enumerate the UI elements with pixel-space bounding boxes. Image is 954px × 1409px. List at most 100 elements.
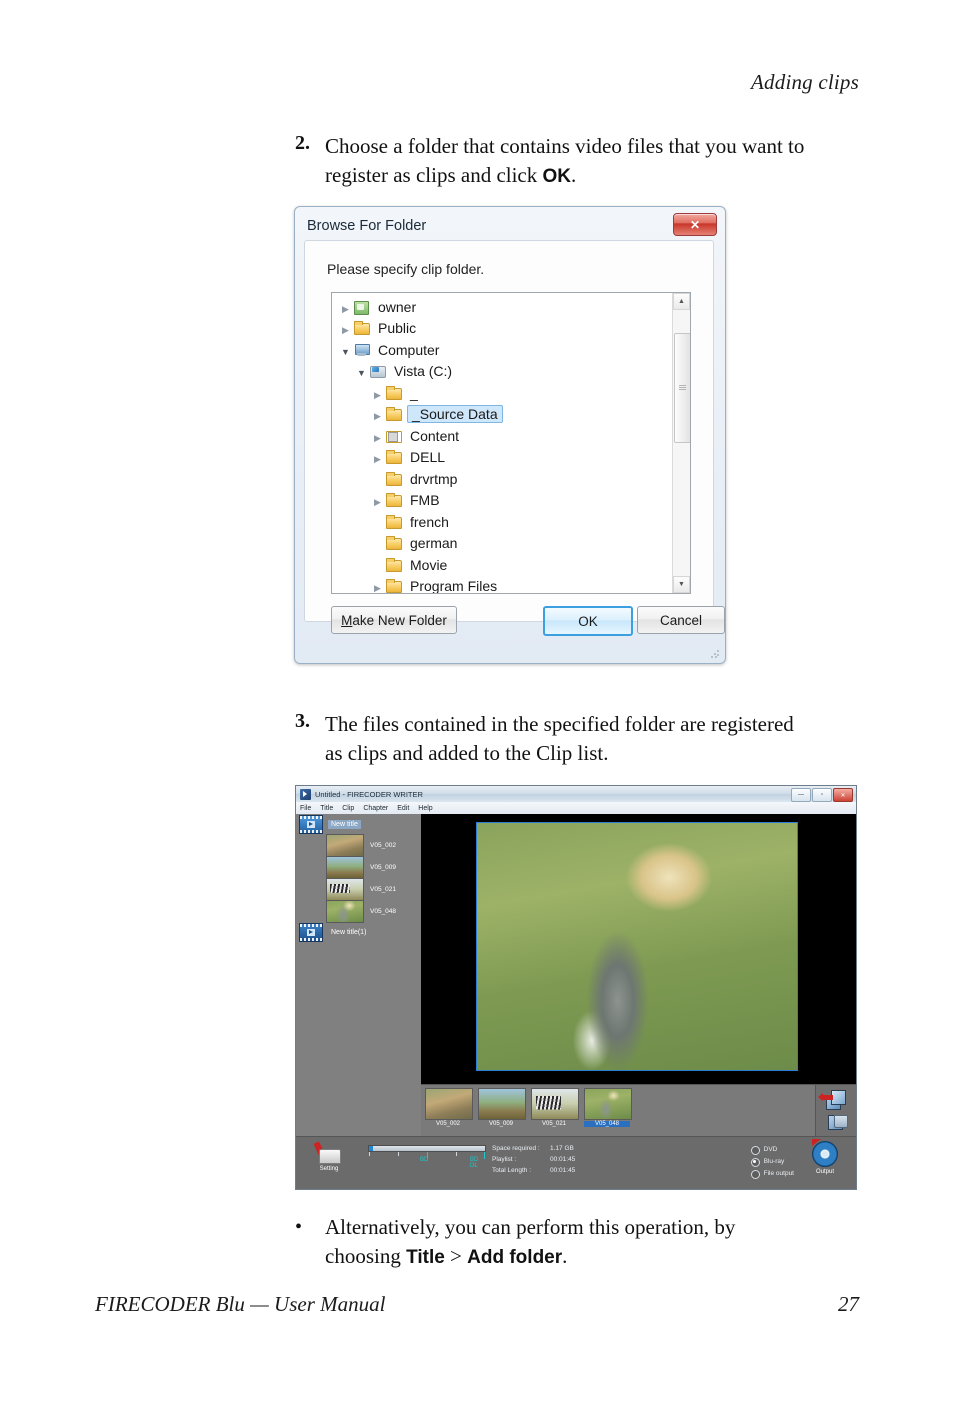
- bullet-bold-title: Title: [406, 1247, 445, 1268]
- clip-list-item[interactable]: V05_048: [584, 1088, 632, 1127]
- scrollbar-grip-icon: [679, 385, 686, 391]
- menu-item-edit[interactable]: Edit: [397, 805, 409, 812]
- output-stat-key: Space required :: [492, 1145, 540, 1152]
- folder-tree-row[interactable]: ▶ FMB: [332, 490, 673, 512]
- folder-tree-row[interactable]: ▶ Content: [332, 425, 673, 447]
- title-tree-clip-row[interactable]: V05_009: [296, 855, 421, 879]
- folder-tree-label: Computer: [378, 341, 440, 358]
- step-2-text-after: .: [571, 163, 577, 187]
- cancel-button[interactable]: Cancel: [637, 606, 725, 634]
- scroll-up-icon[interactable]: ▲: [673, 293, 690, 310]
- delete-clip-icon[interactable]: [825, 1111, 848, 1131]
- title-item-new-title-1[interactable]: New title(1): [296, 922, 421, 942]
- ok-button[interactable]: OK: [543, 606, 633, 636]
- menu-item-file[interactable]: File: [300, 805, 311, 812]
- manual-page: Adding clips 2. Choose a folder that con…: [0, 0, 954, 1409]
- folder-tree-row[interactable]: ▶ owner: [332, 296, 673, 318]
- collapse-arrow-icon[interactable]: ▼: [354, 363, 369, 379]
- disc-icon: [812, 1139, 838, 1167]
- app-icon: [300, 788, 311, 800]
- capacity-gauge: BD BD DL: [368, 1145, 486, 1169]
- clip-thumbnail: [326, 833, 364, 857]
- clip-list-label: V05_009: [488, 1121, 514, 1127]
- add-clip-icon[interactable]: [818, 1089, 847, 1110]
- output-format-label: File output: [763, 1170, 794, 1177]
- clip-list-item[interactable]: V05_021: [531, 1088, 579, 1127]
- radio-button-icon[interactable]: [750, 1169, 760, 1179]
- folder-icon: [385, 579, 402, 593]
- output-format-option-blu-ray[interactable]: Blu-ray: [750, 1156, 794, 1168]
- folder-tree-label: german: [410, 535, 458, 552]
- resize-grip-icon[interactable]: [710, 649, 720, 659]
- expand-arrow-icon[interactable]: ▶: [338, 320, 353, 336]
- scrollbar-thumb[interactable]: [674, 333, 690, 443]
- bullet-separator: >: [444, 1244, 468, 1268]
- window-controls: — ▫ ✕: [791, 788, 853, 802]
- folder-tree-row[interactable]: drvrtmp: [332, 468, 673, 490]
- clip-list-tools: [815, 1085, 856, 1137]
- output-button[interactable]: Output: [802, 1139, 848, 1175]
- expand-arrow-icon[interactable]: ▶: [370, 428, 385, 444]
- folder-tree-row[interactable]: ▶ DELL: [332, 447, 673, 469]
- preview-image: [477, 823, 797, 1070]
- menu-item-chapter[interactable]: Chapter: [363, 805, 388, 812]
- folder-tree-row[interactable]: ▼ Vista (C:): [332, 361, 673, 383]
- minimize-icon[interactable]: —: [791, 788, 811, 802]
- title-item-new-title[interactable]: New title: [296, 814, 421, 834]
- clip-list-item[interactable]: V05_002: [425, 1088, 473, 1127]
- output-format-label: DVD: [763, 1146, 778, 1153]
- video-preview[interactable]: [476, 822, 798, 1071]
- menu-item-help[interactable]: Help: [418, 805, 432, 812]
- clip-list-item[interactable]: V05_009: [478, 1088, 526, 1127]
- clip-name-label: V05_048: [370, 907, 397, 915]
- setting-label: Setting: [319, 1166, 339, 1172]
- capacity-gauge-ticks: BD BD DL: [368, 1152, 486, 1169]
- folder-tree-row[interactable]: ▼ Computer: [332, 339, 673, 361]
- expand-arrow-icon[interactable]: ▶: [370, 406, 385, 422]
- expand-arrow-icon[interactable]: ▶: [370, 449, 385, 465]
- radio-button-icon[interactable]: [750, 1157, 760, 1167]
- clip-thumbnail: [326, 855, 364, 879]
- output-format-option-file-output[interactable]: File output: [750, 1168, 794, 1180]
- folder-tree-row[interactable]: german: [332, 533, 673, 555]
- title-item-label: New title(1): [331, 928, 367, 936]
- step-3-text: The files contained in the specified fol…: [325, 712, 794, 765]
- step-3-number: 3.: [295, 710, 310, 732]
- folder-tree-row[interactable]: ▶ Program Files: [332, 576, 673, 593]
- tree-scrollbar[interactable]: ▲ ▼: [672, 293, 690, 593]
- close-window-icon[interactable]: ✕: [833, 788, 853, 802]
- folder-tree-label: owner: [378, 298, 417, 315]
- folder-tree-row[interactable]: french: [332, 511, 673, 533]
- clip-list-thumbnail: [425, 1088, 473, 1120]
- radio-button-icon[interactable]: [750, 1145, 760, 1155]
- title-tree-clip-row[interactable]: V05_048: [296, 899, 421, 923]
- folder-tree[interactable]: ▶ owner ▶ Public ▼ Computer ▼ Vista (C:) ▶ _ ▶ _Sou…: [331, 292, 691, 594]
- title-clip-rows: V05_002 V05_009 V05_021 V05_048: [296, 833, 421, 923]
- gauge-label-bd: BD: [420, 1157, 429, 1163]
- maximize-icon[interactable]: ▫: [812, 788, 832, 802]
- folder-icon: [385, 536, 402, 551]
- menu-item-clip[interactable]: Clip: [342, 805, 354, 812]
- expand-arrow-icon[interactable]: ▶: [370, 578, 385, 593]
- setting-button[interactable]: Setting: [306, 1141, 352, 1172]
- folder-tree-row[interactable]: ▶ _Source Data: [332, 404, 673, 426]
- menu-item-title[interactable]: Title: [320, 805, 333, 812]
- close-icon[interactable]: ✕: [673, 213, 717, 236]
- folder-tree-label: drvrtmp: [410, 470, 458, 487]
- folder-tree-row[interactable]: ▶ _: [332, 382, 673, 404]
- title-tree-clip-row[interactable]: V05_021: [296, 877, 421, 901]
- folder-tree-row[interactable]: ▶ Public: [332, 318, 673, 340]
- folder-tree-label: DELL: [410, 449, 446, 466]
- title-tree-panel[interactable]: New title V05_002 V05_009 V05_021 V05_048 N…: [296, 814, 422, 1137]
- expand-arrow-icon[interactable]: ▶: [370, 492, 385, 508]
- scroll-down-icon[interactable]: ▼: [673, 576, 690, 593]
- film-reel-icon: [299, 922, 323, 942]
- folder-tree-row[interactable]: Movie: [332, 554, 673, 576]
- make-new-folder-button[interactable]: Make New Folder: [331, 606, 457, 634]
- expand-arrow-icon[interactable]: ▶: [370, 385, 385, 401]
- dialog-title: Browse For Folder: [307, 218, 427, 234]
- output-format-option-dvd[interactable]: DVD: [750, 1144, 794, 1156]
- collapse-arrow-icon[interactable]: ▼: [338, 342, 353, 358]
- expand-arrow-icon[interactable]: ▶: [338, 299, 353, 315]
- title-tree-clip-row[interactable]: V05_002: [296, 833, 421, 857]
